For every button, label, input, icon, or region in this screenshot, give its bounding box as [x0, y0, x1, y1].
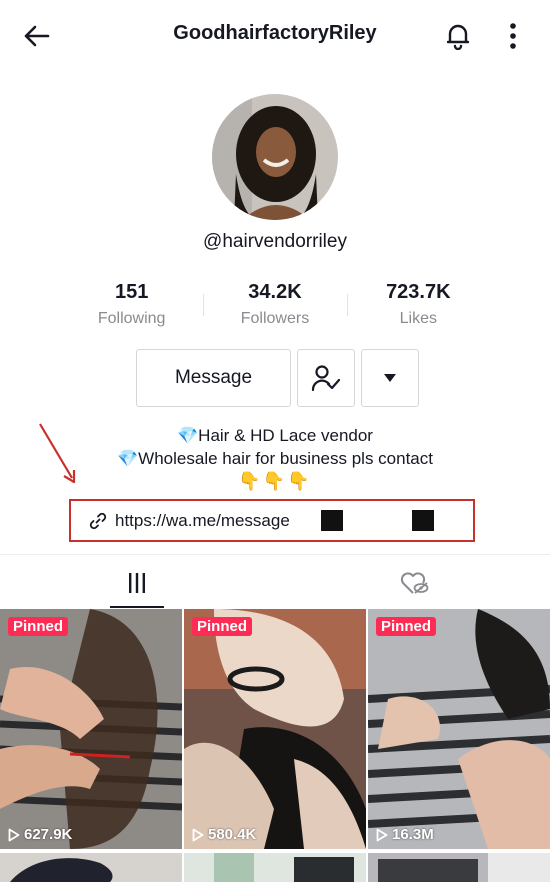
view-count-text: 627.9K	[24, 826, 73, 843]
person-check-icon	[311, 365, 341, 392]
redaction-box	[321, 510, 343, 531]
play-icon	[8, 828, 20, 841]
bio-text: Hair & HD Lace vendor	[198, 426, 373, 445]
stat-value: 151	[114, 281, 149, 303]
view-count: 580.4K	[192, 826, 256, 843]
redaction-box	[412, 510, 434, 531]
heart-hidden-icon	[400, 571, 429, 594]
profile-tabs	[0, 554, 550, 609]
stat-value: 723.7K	[386, 281, 451, 303]
view-count: 16.3M	[376, 826, 434, 843]
play-icon	[376, 828, 388, 841]
play-icon	[192, 828, 204, 841]
link-icon	[89, 511, 109, 531]
view-count-text: 16.3M	[392, 826, 434, 843]
avatar[interactable]	[212, 94, 338, 220]
active-tab-indicator	[110, 606, 164, 608]
grid-bars-icon	[129, 572, 145, 593]
video-tile[interactable]	[184, 853, 366, 882]
bio-text: Wholesale hair for business pls contact	[138, 449, 433, 468]
video-tile[interactable]: Pinned 16.3M	[368, 609, 550, 849]
message-button[interactable]: Message	[136, 349, 291, 407]
view-count-text: 580.4K	[208, 826, 257, 843]
tab-liked[interactable]	[392, 555, 436, 610]
profile-actions: Message	[136, 349, 419, 409]
stat-label: Following	[97, 310, 166, 327]
vertical-dots-icon	[510, 23, 516, 49]
top-bar: GoodhairfactoryRiley	[0, 0, 550, 70]
more-options-button[interactable]	[498, 18, 528, 54]
annotation-arrow-icon	[39, 423, 76, 484]
video-tile[interactable]: Pinned 627.9K	[0, 609, 182, 849]
link-text[interactable]: https://wa.me/message	[115, 511, 290, 531]
bio-line-2: 💎Wholesale hair for business pls contact	[0, 447, 550, 470]
video-tile[interactable]	[0, 853, 182, 882]
gem-icon: 💎	[117, 449, 139, 468]
notifications-button[interactable]	[440, 18, 476, 54]
stat-followers[interactable]: 34.2K Followers	[203, 280, 346, 340]
bio-line-1: 💎Hair & HD Lace vendor	[0, 424, 550, 447]
video-tile[interactable]: Pinned 580.4K	[184, 609, 366, 849]
profile-stats: 151 Following 34.2K Followers 723.7K Lik…	[60, 280, 490, 340]
stat-value: 34.2K	[248, 281, 302, 303]
pinned-badge: Pinned	[192, 617, 253, 636]
video-tile[interactable]	[368, 853, 550, 882]
stat-label: Followers	[240, 310, 310, 327]
stat-label: Likes	[399, 310, 437, 327]
bell-icon	[446, 24, 470, 50]
following-status-button[interactable]	[297, 349, 355, 407]
profile-handle: @hairvendorriley	[203, 231, 347, 252]
suggested-accounts-button[interactable]	[361, 349, 419, 407]
tab-videos[interactable]	[108, 555, 166, 610]
pinned-badge: Pinned	[8, 617, 69, 636]
video-grid: Pinned 627.9K Pinned 580.4K Pinned 16.3M	[0, 609, 550, 882]
stat-following[interactable]: 151 Following	[60, 280, 203, 340]
profile-bio: 💎Hair & HD Lace vendor 💎Wholesale hair f…	[0, 424, 550, 470]
gem-icon: 💎	[177, 426, 199, 445]
pointing-down-icon: 👇👇👇	[238, 471, 312, 491]
view-count: 627.9K	[8, 826, 72, 843]
caret-down-icon	[384, 374, 396, 382]
pinned-badge: Pinned	[376, 617, 437, 636]
profile-link[interactable]: https://wa.me/message	[69, 499, 475, 542]
stat-likes[interactable]: 723.7K Likes	[346, 280, 490, 340]
